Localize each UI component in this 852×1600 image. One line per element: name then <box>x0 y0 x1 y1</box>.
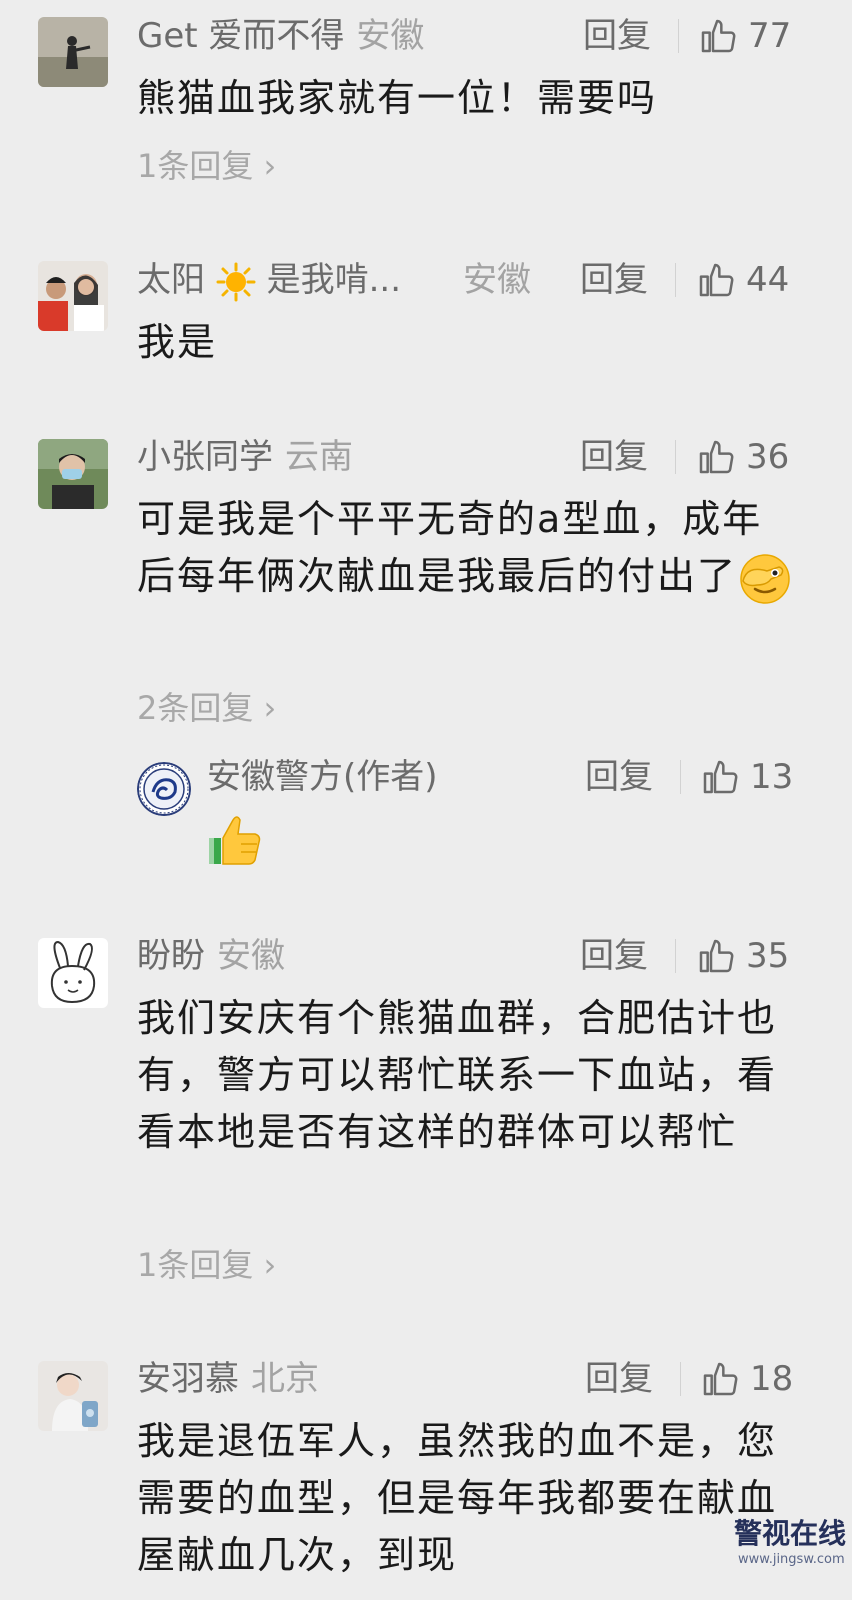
avatar[interactable] <box>38 261 108 331</box>
divider <box>678 19 679 53</box>
comment-text: 熊猫血我家就有一位！需要吗 <box>137 76 658 120</box>
comment-text-body: 可是我是个平平无奇的a型血，成年后每年俩次献血是我最后的付出了 <box>137 497 763 598</box>
avatar[interactable] <box>38 938 108 1008</box>
author-name[interactable]: 安徽警方(作者) <box>207 757 438 797</box>
comment-header: 安羽慕 北京 <box>137 1357 319 1401</box>
commenter-name-suffix[interactable]: 是我啃... <box>267 260 401 300</box>
like-button[interactable]: 44 <box>696 258 789 302</box>
like-button[interactable]: 18 <box>700 1357 793 1401</box>
more-replies-link[interactable]: 2条回复 › <box>137 686 276 730</box>
watermark-url: www.jingsw.com <box>738 1552 845 1567</box>
commenter-location: 安徽 <box>463 260 531 300</box>
reply-button[interactable]: 回复 <box>580 258 648 302</box>
thumbs-up-icon <box>699 263 734 297</box>
divider <box>675 440 676 474</box>
avatar[interactable] <box>38 17 108 87</box>
commenter-name[interactable]: 太阳 <box>137 260 205 300</box>
reply-button[interactable]: 回复 <box>580 934 648 978</box>
thumbs-up-icon <box>703 1362 738 1396</box>
commenter-name[interactable]: 盼盼 <box>137 936 205 976</box>
author-avatar[interactable] <box>137 762 191 816</box>
watermark-logo: 警视在线 www.jingsw.com <box>712 1508 846 1588</box>
avatar-image <box>38 17 108 87</box>
comment-header: Get 爱而不得 安徽 <box>137 14 424 58</box>
sun-emoji <box>216 262 256 301</box>
watermark-text: 警视在线 <box>734 1517 847 1550</box>
commenter-location: 北京 <box>251 1359 319 1399</box>
avatar-image <box>38 938 108 1008</box>
avatar-image <box>38 261 108 331</box>
more-replies-label: 1条回复 <box>137 147 254 185</box>
like-count: 36 <box>746 437 790 477</box>
thumbs-up-icon <box>703 760 738 794</box>
divider <box>675 939 676 973</box>
comment-header: 太阳 是我啃... <box>137 258 401 302</box>
reply-button[interactable]: 回复 <box>580 435 648 479</box>
commenter-name[interactable]: 安羽慕 <box>137 1359 239 1399</box>
commenter-name[interactable]: 小张同学 <box>137 437 273 477</box>
thumbs-up-icon <box>699 440 734 474</box>
like-button[interactable]: 13 <box>700 755 793 799</box>
divider <box>675 263 676 297</box>
avatar-image <box>38 439 108 509</box>
reply-button[interactable]: 回复 <box>583 14 651 58</box>
comment-header: 小张同学 云南 <box>137 435 353 479</box>
reply-button[interactable]: 回复 <box>585 755 653 799</box>
divider <box>680 1362 681 1396</box>
like-button[interactable]: 36 <box>696 435 789 479</box>
chevron-right-icon: › <box>253 1246 277 1284</box>
like-count: 13 <box>750 757 794 797</box>
avatar[interactable] <box>38 439 108 509</box>
thumbs-up-emoji <box>209 816 261 865</box>
comment-header: 盼盼 安徽 <box>137 934 285 978</box>
like-count: 35 <box>746 936 790 976</box>
comment-text: 我是 <box>137 320 218 364</box>
comment-list: Get 爱而不得 安徽 回复 77 熊猫血我家就有一位！需要吗 1条回复 › 太… <box>0 0 852 1600</box>
thumbs-up-icon <box>699 939 734 973</box>
divider <box>680 760 681 794</box>
comment-text: 我们安庆有个熊猫血群，合肥估计也有，警方可以帮忙联系一下血站，看看本地是否有这样… <box>137 996 778 1154</box>
comment-text: 我是退伍军人，虽然我的血不是，您需要的血型，但是每年我都要在献血屋献血几次，到现 <box>137 1419 778 1577</box>
more-replies-label: 1条回复 <box>137 1246 254 1284</box>
like-button[interactable]: 77 <box>698 14 791 58</box>
commenter-location: 云南 <box>285 437 353 477</box>
avatar-image <box>38 1361 108 1431</box>
like-count: 77 <box>748 16 792 56</box>
more-replies-link[interactable]: 1条回复 › <box>137 1243 276 1287</box>
chevron-right-icon: › <box>253 689 277 727</box>
comment-text: 可是我是个平平无奇的a型血，成年后每年俩次献血是我最后的付出了 <box>137 491 797 607</box>
commenter-location: 安徽 <box>356 16 425 56</box>
avatar[interactable] <box>38 1361 108 1431</box>
more-replies-label: 2条回复 <box>137 689 254 727</box>
facepalm-emoji <box>740 553 790 604</box>
reply-button[interactable]: 回复 <box>585 1357 653 1401</box>
commenter-name[interactable]: Get 爱而不得 <box>137 16 344 56</box>
like-button[interactable]: 35 <box>696 934 789 978</box>
thumbs-up-icon <box>701 19 736 53</box>
more-replies-link[interactable]: 1条回复 › <box>137 144 276 188</box>
like-count: 44 <box>746 260 790 300</box>
author-reply-header: 安徽警方(作者) <box>207 755 438 799</box>
commenter-location: 安徽 <box>217 936 285 976</box>
chevron-right-icon: › <box>253 147 277 185</box>
police-badge-icon <box>137 762 191 816</box>
like-count: 18 <box>750 1359 794 1399</box>
